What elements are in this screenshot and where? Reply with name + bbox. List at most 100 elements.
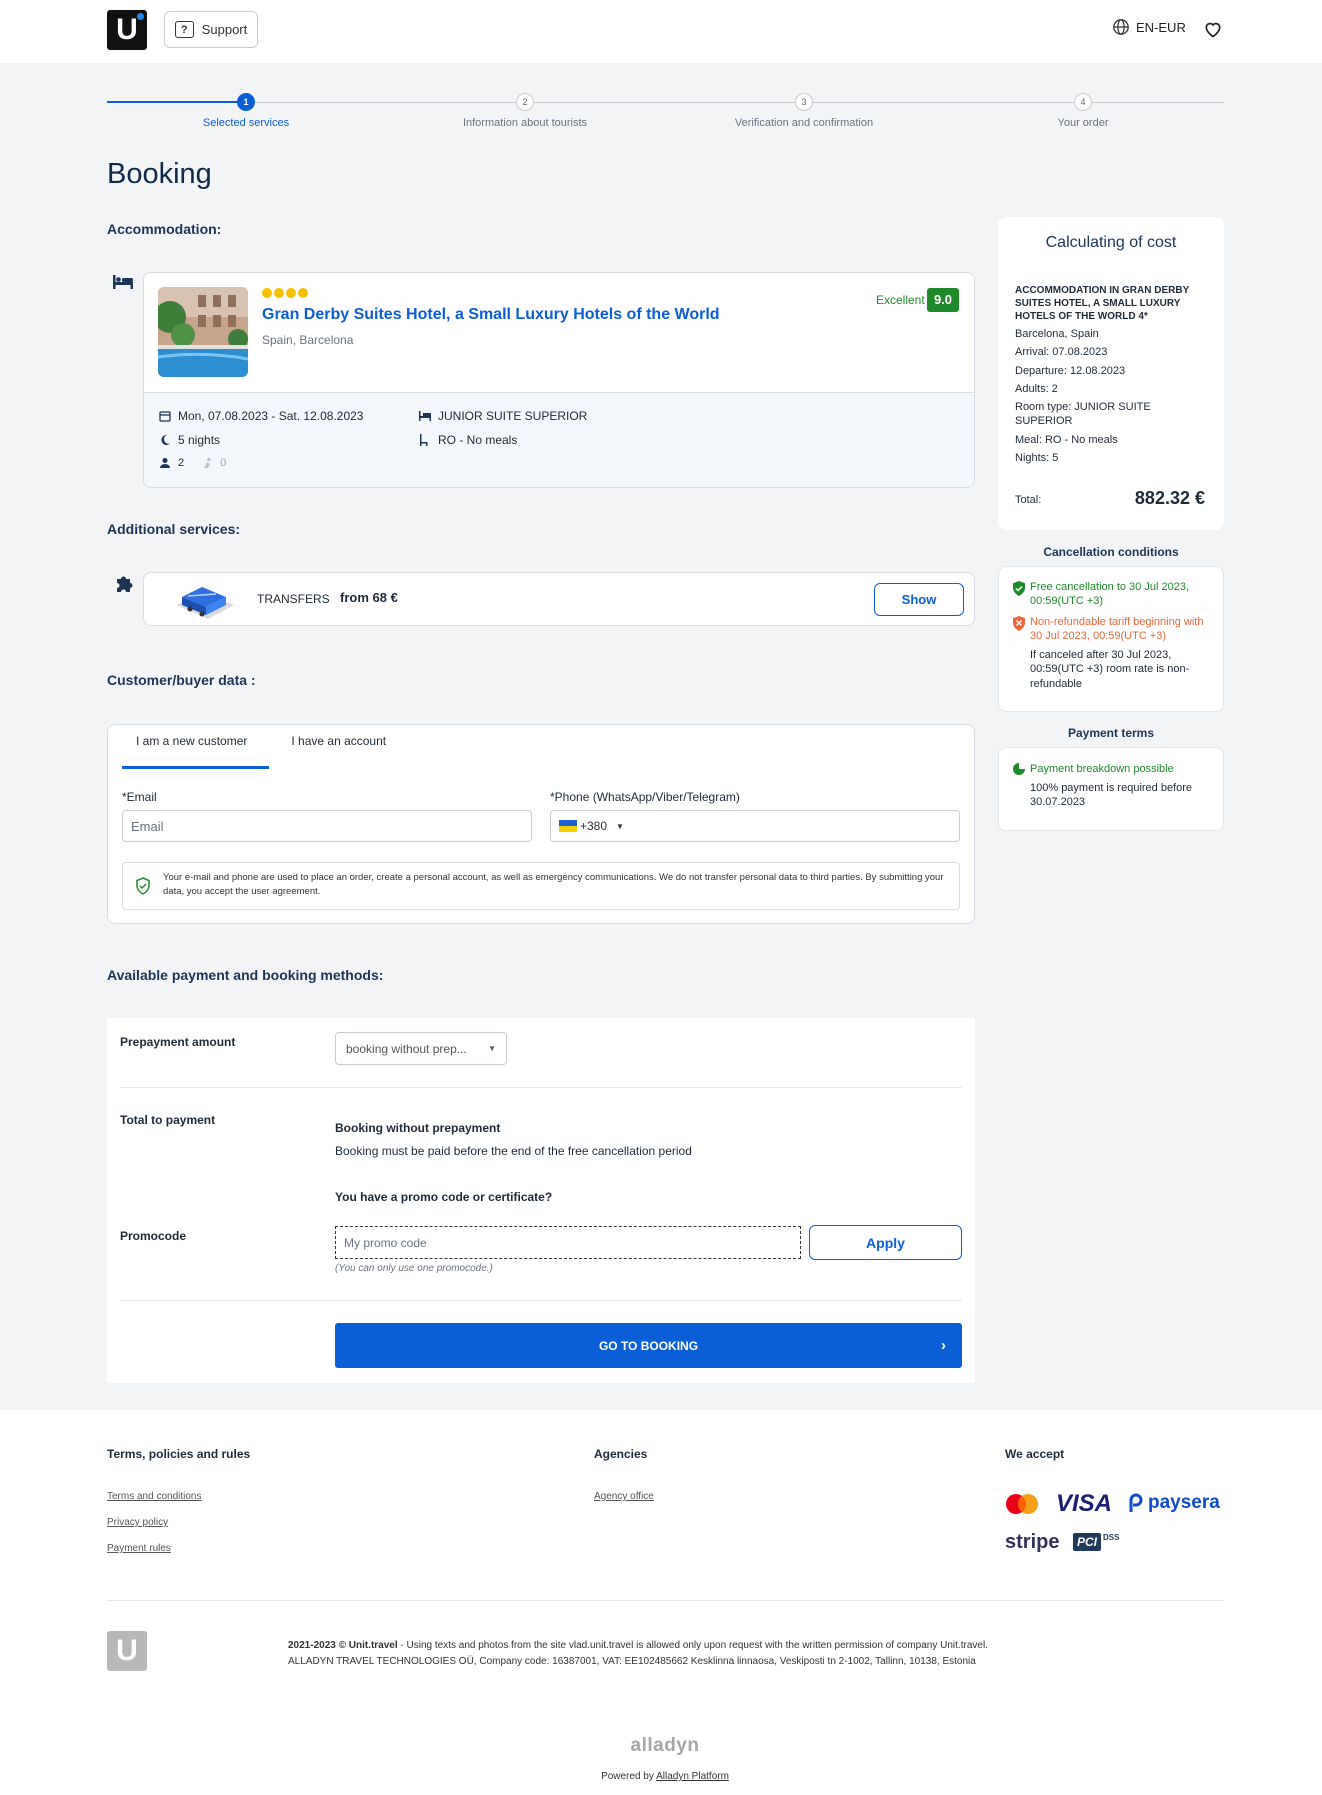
logo-letter: U — [116, 13, 138, 46]
cancellation-title: Cancellation conditions — [1043, 545, 1179, 559]
hotel-details-panel — [144, 392, 974, 487]
go-to-booking-button[interactable]: GO TO BOOKING › — [335, 1323, 962, 1368]
pie-chart-icon — [1013, 763, 1025, 775]
cost-total-value: 882.32 € — [1134, 488, 1205, 508]
alladyn-platform-link[interactable]: Alladyn Platform — [656, 1771, 729, 1782]
prepayment-select[interactable]: booking without prep... ▼ — [335, 1032, 507, 1065]
cost-line: Room type: JUNIOR SUITE SUPERIOR — [1015, 401, 1151, 428]
step-progress-line — [107, 101, 246, 103]
dss-text: DSS — [1103, 1533, 1120, 1542]
help-icon: ? — [174, 21, 194, 38]
phone-country-selector[interactable]: +380 ▼ — [559, 819, 624, 833]
star-icon — [274, 288, 284, 298]
powered-by: Powered by Alladyn Platform — [560, 1771, 770, 1782]
cost-line: Barcelona, Spain — [1015, 328, 1099, 340]
star-icon — [262, 288, 272, 298]
phone-code: +380 — [580, 819, 608, 833]
booking-type-desc: Booking must be paid before the end of t… — [335, 1144, 692, 1158]
guests-info: 2 0 — [159, 457, 226, 469]
favorites-heart-icon[interactable] — [1203, 19, 1223, 39]
language-currency-selector[interactable]: EN-EUR — [1112, 18, 1186, 36]
meal-text: RO - No meals — [438, 433, 518, 447]
privacy-notice-text: Your e-mail and phone are used to place … — [163, 872, 944, 897]
pci-text: PCI — [1073, 1533, 1102, 1551]
support-label: Support — [201, 22, 248, 37]
hotel-stars — [262, 288, 308, 298]
tab-have-account[interactable]: I have an account — [277, 734, 386, 748]
email-placeholder: Email — [131, 818, 164, 834]
room-bed-icon — [419, 411, 431, 421]
additional-services-title: Additional services: — [107, 521, 241, 537]
privacy-notice: Your e-mail and phone are used to place … — [122, 862, 960, 910]
hotel-photo-image — [158, 287, 248, 377]
tab-new-customer[interactable]: I am a new customer — [122, 734, 247, 748]
chevron-right-icon: › — [941, 1337, 946, 1354]
hotel-photo[interactable] — [158, 287, 248, 377]
logo-dot — [137, 13, 144, 20]
meal-plan: RO - No meals — [419, 433, 517, 447]
room-type: JUNIOR SUITE SUPERIOR — [419, 409, 587, 423]
footer-terms-title: Terms, policies and rules — [107, 1447, 251, 1461]
promocode-input[interactable]: My promo code — [335, 1226, 801, 1259]
copyright-block: 2021-2023 © Unit.travel - Using texts an… — [288, 1638, 988, 1670]
shield-check-icon — [1013, 581, 1025, 596]
lang-label: EN-EUR — [1136, 19, 1186, 35]
transfers-label: TRANSFERS — [257, 592, 330, 606]
active-tab-indicator — [122, 766, 269, 769]
promo-question: You have a promo code or certificate? — [335, 1190, 553, 1204]
prepayment-label: Prepayment amount — [120, 1035, 236, 1049]
footer-logo-letter: U — [116, 1634, 138, 1667]
copyright-bold: 2021-2023 © Unit.travel — [288, 1640, 398, 1651]
paysera-mark-icon — [1129, 1493, 1143, 1512]
cost-total-label: Total: — [1015, 494, 1042, 506]
footer-agencies-title: Agencies — [594, 1447, 648, 1461]
step-dot-4: 4 — [1074, 93, 1092, 111]
email-input[interactable]: Email — [122, 810, 532, 842]
accommodation-title: Accommodation: — [107, 221, 222, 237]
cost-title: Calculating of cost — [1045, 234, 1177, 251]
phone-input[interactable]: +380 ▼ — [550, 810, 960, 842]
free-cancellation-text: Free cancellation to 30 Jul 2023, 00:59(… — [1030, 581, 1189, 608]
hotel-name-link[interactable]: Gran Derby Suites Hotel, a Small Luxury … — [262, 306, 720, 324]
cost-details: ACCOMMODATION IN GRAN DERBY SUITES HOTEL… — [1015, 284, 1210, 469]
agency-office-link[interactable]: Agency office — [594, 1491, 654, 1502]
footer-unit-logo[interactable]: U — [107, 1631, 147, 1671]
cost-heading: ACCOMMODATION IN GRAN DERBY SUITES HOTEL… — [1015, 285, 1190, 322]
payment-rules-link[interactable]: Payment rules — [107, 1543, 171, 1554]
bus-illustration — [176, 587, 234, 619]
rating-word: Excellent — [876, 293, 925, 307]
show-transfers-button[interactable]: Show — [874, 583, 964, 616]
cost-line: Meal: RO - No meals — [1015, 433, 1118, 446]
apply-promo-button[interactable]: Apply — [809, 1225, 962, 1260]
terms-link[interactable]: Terms and conditions — [107, 1491, 202, 1502]
children-count: 0 — [220, 457, 227, 469]
divider — [120, 1087, 962, 1088]
ukraine-flag-icon — [559, 820, 577, 832]
step-dot-2: 2 — [516, 93, 534, 111]
promocode-hint: (You can only use one promocode.) — [335, 1263, 493, 1274]
paysera-text: paysera — [1148, 1492, 1220, 1513]
privacy-link[interactable]: Privacy policy — [107, 1517, 168, 1528]
calendar-icon — [159, 411, 171, 422]
step-label-2: Information about tourists — [462, 117, 588, 129]
star-icon — [286, 288, 296, 298]
cost-line: Departure: 12.08.2023 — [1015, 364, 1126, 377]
footer-accept-title: We accept — [1005, 1447, 1065, 1461]
unit-logo[interactable]: U — [107, 10, 147, 50]
nights-text: 5 nights — [178, 433, 221, 447]
moon-icon — [161, 434, 170, 445]
meal-icon — [420, 434, 428, 446]
hotel-location: Spain, Barcelona — [262, 333, 354, 347]
payment-required-text: 100% payment is required before 30.07.20… — [1030, 782, 1193, 809]
alladyn-logo: alladyn — [630, 1735, 700, 1756]
payment-terms-title: Payment terms — [1067, 726, 1155, 740]
support-button[interactable]: ? Support — [164, 11, 258, 48]
promocode-placeholder: My promo code — [344, 1235, 427, 1250]
shield-x-icon — [1013, 616, 1025, 631]
customer-data-title: Customer/buyer data : — [107, 672, 256, 688]
rating-badge: 9.0 — [927, 288, 959, 312]
cost-line: Nights: 5 — [1015, 452, 1059, 465]
phone-label: *Phone (WhatsApp/Viber/Telegram) — [550, 790, 740, 804]
booking-type-title: Booking without prepayment — [335, 1121, 501, 1135]
globe-icon — [1113, 19, 1129, 35]
